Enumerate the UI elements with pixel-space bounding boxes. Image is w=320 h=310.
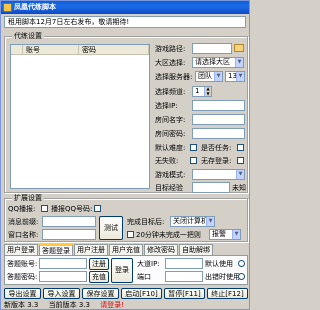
qq-number-label: 播报QQ号码: <box>51 205 93 213</box>
qq-number-checkbox[interactable] <box>94 205 101 212</box>
relogin-select[interactable]: 报警 ▼ <box>209 229 241 240</box>
answer-account-input[interactable] <box>39 258 87 269</box>
pause-button[interactable]: 暂停[F11] <box>164 288 205 299</box>
task-label: 是否任务: <box>201 144 232 152</box>
game-path-input[interactable] <box>192 43 232 54</box>
task-checkbox[interactable] <box>237 144 244 151</box>
no-fail-checkbox[interactable] <box>190 157 197 164</box>
status-bar: 新版本 3.3 当前版本 3.3 请登录! <box>4 301 248 310</box>
daily-settings-group: 代练设置 账号 密码 游戏路径: 大区选择: 请选择大区 ▼ 选择服务器: 团队… <box>4 32 248 193</box>
game-mode-select[interactable]: ▼ <box>192 169 245 180</box>
answer-password-label: 答题密码: <box>7 273 38 281</box>
window-title: 凤凰代练脚本 <box>14 3 56 11</box>
chevron-down-icon[interactable]: ▼ <box>236 72 244 81</box>
account-table-header: 账号 密码 <box>11 45 149 55</box>
room-password-label: 房间密码: <box>155 130 186 138</box>
chevron-down-icon[interactable]: ▼ <box>235 58 243 67</box>
answer-password-input[interactable] <box>39 271 87 282</box>
register-button[interactable]: 注册 <box>89 258 109 270</box>
start-button[interactable]: 启动[F10] <box>121 288 162 299</box>
ip-input[interactable] <box>192 100 245 111</box>
big-ip-default-radio[interactable] <box>238 260 245 267</box>
room-name-input[interactable] <box>192 114 245 125</box>
default-mode-checkbox[interactable] <box>190 144 197 151</box>
folder-icon[interactable] <box>234 44 244 52</box>
big-ip-label: 大道IP: <box>137 260 160 268</box>
account-column-header: 账号 <box>23 45 79 54</box>
password-column-header: 密码 <box>79 45 149 54</box>
region-select-value: 请选择大区 <box>195 58 230 66</box>
row-num-header <box>11 45 23 54</box>
region-select[interactable]: 请选择大区 ▼ <box>192 57 244 68</box>
big-ip-default-label: 默认使用 <box>205 260 233 268</box>
game-path-label: 游戏路径: <box>155 45 186 53</box>
error-use-label: 出错时使用 <box>205 273 240 281</box>
daily-settings-legend: 代练设置 <box>12 32 44 41</box>
no-login-checkbox[interactable] <box>237 157 244 164</box>
port-label: 端口 <box>137 273 151 281</box>
qq-checkbox[interactable] <box>41 205 48 212</box>
chevron-down-icon[interactable]: ▼ <box>206 217 214 226</box>
account-table[interactable]: 账号 密码 <box>10 44 150 189</box>
new-version-text: 新版本 3.3 <box>4 301 39 309</box>
room-name-label: 房间名字: <box>155 116 186 124</box>
default-mode-label: 默认难度: <box>155 144 186 152</box>
no-login-label: 无存登录: <box>201 157 232 165</box>
recharge-button[interactable]: 充值 <box>89 271 109 283</box>
qq-label: QQ播报: <box>8 205 36 213</box>
title-bar: 凤凰代练脚本 <box>1 1 249 14</box>
chevron-down-icon[interactable]: ▼ <box>236 170 244 179</box>
relogin-value: 报警 <box>212 230 226 238</box>
message-prefix-label: 消息前缀: <box>8 218 39 226</box>
port-input[interactable] <box>165 271 203 282</box>
stop-button[interactable]: 终止[F12] <box>207 288 248 299</box>
app-window: 凤凰代练脚本 租用脚本12月7日左右发布，敬请期待! 代练设置 账号 密码 游戏… <box>0 0 250 310</box>
window-name-label: 窗口名称: <box>8 231 39 239</box>
channel-value: 1 <box>195 87 200 95</box>
chevron-down-icon[interactable]: ▼ <box>232 230 240 239</box>
export-settings-button[interactable]: 导出设置 <box>4 288 41 299</box>
channel-label: 选择频道: <box>155 88 186 96</box>
login-hint-text: 请登录! <box>100 301 124 309</box>
window-name-input[interactable] <box>42 229 96 240</box>
login-button[interactable]: 登录 <box>111 258 133 283</box>
notice-field: 租用脚本12月7日左右发布，敬请期待! <box>4 16 246 28</box>
ip-label: 选择IP: <box>155 102 178 110</box>
server-select[interactable]: 团队 ▼ <box>195 71 223 82</box>
extended-settings-legend: 扩展设置 <box>12 194 44 203</box>
room-password-input[interactable] <box>192 128 245 139</box>
target-unit-label: 未知 <box>232 184 246 192</box>
answer-account-label: 答题账号: <box>7 260 38 268</box>
current-version-text: 当前版本 3.3 <box>48 301 90 309</box>
channel-spinner[interactable]: 1 ▲ ▼ <box>192 86 212 97</box>
server-select-value: 团队 <box>198 72 212 80</box>
server-label: 选择服务器: <box>155 73 193 81</box>
extended-settings-group: 扩展设置 QQ播报: 播报QQ号码: 消息前缀: 窗口名称: 测试 完成目标后:… <box>4 194 248 242</box>
tab-panel-answer-login: 答题账号: 答题密码: 注册 充值 登录 大道IP: 默认使用 端口 出错时使用 <box>4 255 248 285</box>
chevron-down-icon[interactable]: ▼ <box>214 72 222 81</box>
spin-arrows-icon[interactable]: ▲ ▼ <box>204 86 211 96</box>
big-ip-input[interactable] <box>165 258 203 269</box>
after-complete-select[interactable]: 关闭计算机 ▼ <box>170 216 215 227</box>
server-num-select[interactable]: 13 ▼ <box>225 71 245 82</box>
app-icon <box>3 3 12 12</box>
no-fail-label: 无失败: <box>155 157 179 165</box>
target-exp-label: 目标经验 <box>155 184 183 192</box>
after-complete-label: 完成目标后: <box>127 218 165 226</box>
error-use-radio[interactable] <box>238 273 245 280</box>
relogin-label: 20分钟未完成一把则 <box>136 231 201 239</box>
save-settings-button[interactable]: 保存设置 <box>82 288 119 299</box>
import-settings-button[interactable]: 导入设置 <box>43 288 80 299</box>
target-exp-input[interactable] <box>192 182 230 193</box>
test-button[interactable]: 测试 <box>99 216 123 240</box>
after-complete-value: 关闭计算机 <box>173 217 208 225</box>
relogin-checkbox[interactable] <box>127 231 134 238</box>
region-label: 大区选择: <box>155 59 186 67</box>
message-prefix-input[interactable] <box>42 216 96 227</box>
game-mode-label: 游戏模式: <box>155 171 186 179</box>
